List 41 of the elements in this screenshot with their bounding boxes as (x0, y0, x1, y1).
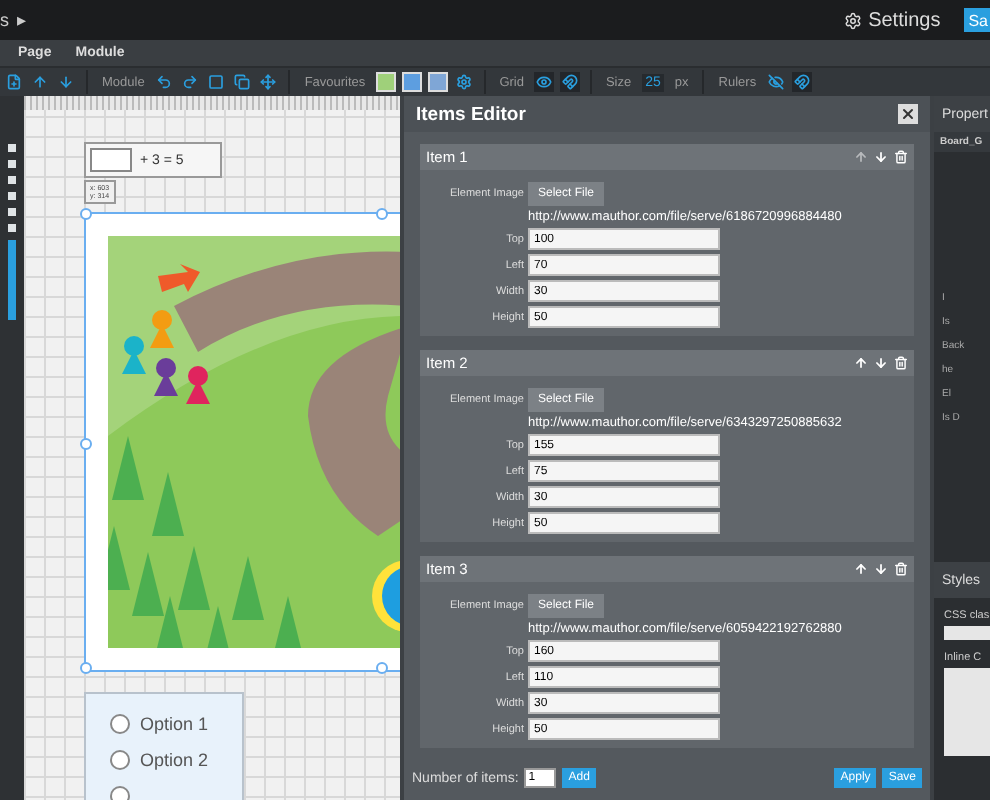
copy-icon[interactable] (232, 72, 253, 92)
resize-handle[interactable] (80, 662, 92, 674)
close-button[interactable] (898, 104, 918, 124)
answer-box[interactable] (90, 148, 132, 172)
dialog-title: Items Editor (416, 103, 526, 125)
radio-option[interactable]: Option 2 (110, 750, 242, 770)
breadcrumb-arrow[interactable]: ▸ (17, 10, 27, 30)
move-down-icon[interactable] (874, 562, 888, 576)
delete-icon[interactable] (894, 356, 908, 370)
image-thumbnail-icon[interactable] (401, 72, 422, 92)
radio-option[interactable]: Option 1 (110, 714, 242, 734)
eye-icon[interactable] (533, 72, 554, 92)
breadcrumb[interactable]: s (0, 10, 9, 30)
resize-handle[interactable] (80, 438, 92, 450)
delete-icon[interactable] (894, 150, 908, 164)
magnet-icon[interactable] (792, 72, 813, 92)
delete-icon[interactable] (894, 562, 908, 576)
resize-handle[interactable] (80, 208, 92, 220)
move-up-icon[interactable] (854, 150, 868, 164)
settings-button[interactable]: Settings (868, 9, 941, 31)
magnet-icon[interactable] (559, 72, 580, 92)
move-down-icon[interactable] (874, 356, 888, 370)
image-thumbnail-icon[interactable] (375, 72, 396, 92)
move-up-icon[interactable] (30, 72, 50, 92)
radio-circle[interactable] (110, 786, 130, 800)
move-up-icon[interactable] (854, 356, 868, 370)
text-thumbnail-icon[interactable] (427, 72, 448, 92)
resize-handle[interactable] (376, 662, 388, 674)
move-up-icon[interactable] (854, 562, 868, 576)
frame-icon[interactable] (206, 72, 227, 92)
radio-circle[interactable] (110, 750, 130, 770)
board-image-frame[interactable] (84, 212, 400, 672)
eye-off-icon[interactable] (766, 72, 787, 92)
resize-handle[interactable] (376, 208, 388, 220)
redo-icon[interactable] (180, 72, 201, 92)
add-page-icon[interactable] (4, 72, 24, 92)
radio-circle[interactable] (110, 714, 130, 734)
undo-icon[interactable] (154, 72, 175, 92)
move-down-icon[interactable] (56, 72, 76, 92)
move-icon[interactable] (258, 72, 279, 92)
move-down-icon[interactable] (874, 150, 888, 164)
